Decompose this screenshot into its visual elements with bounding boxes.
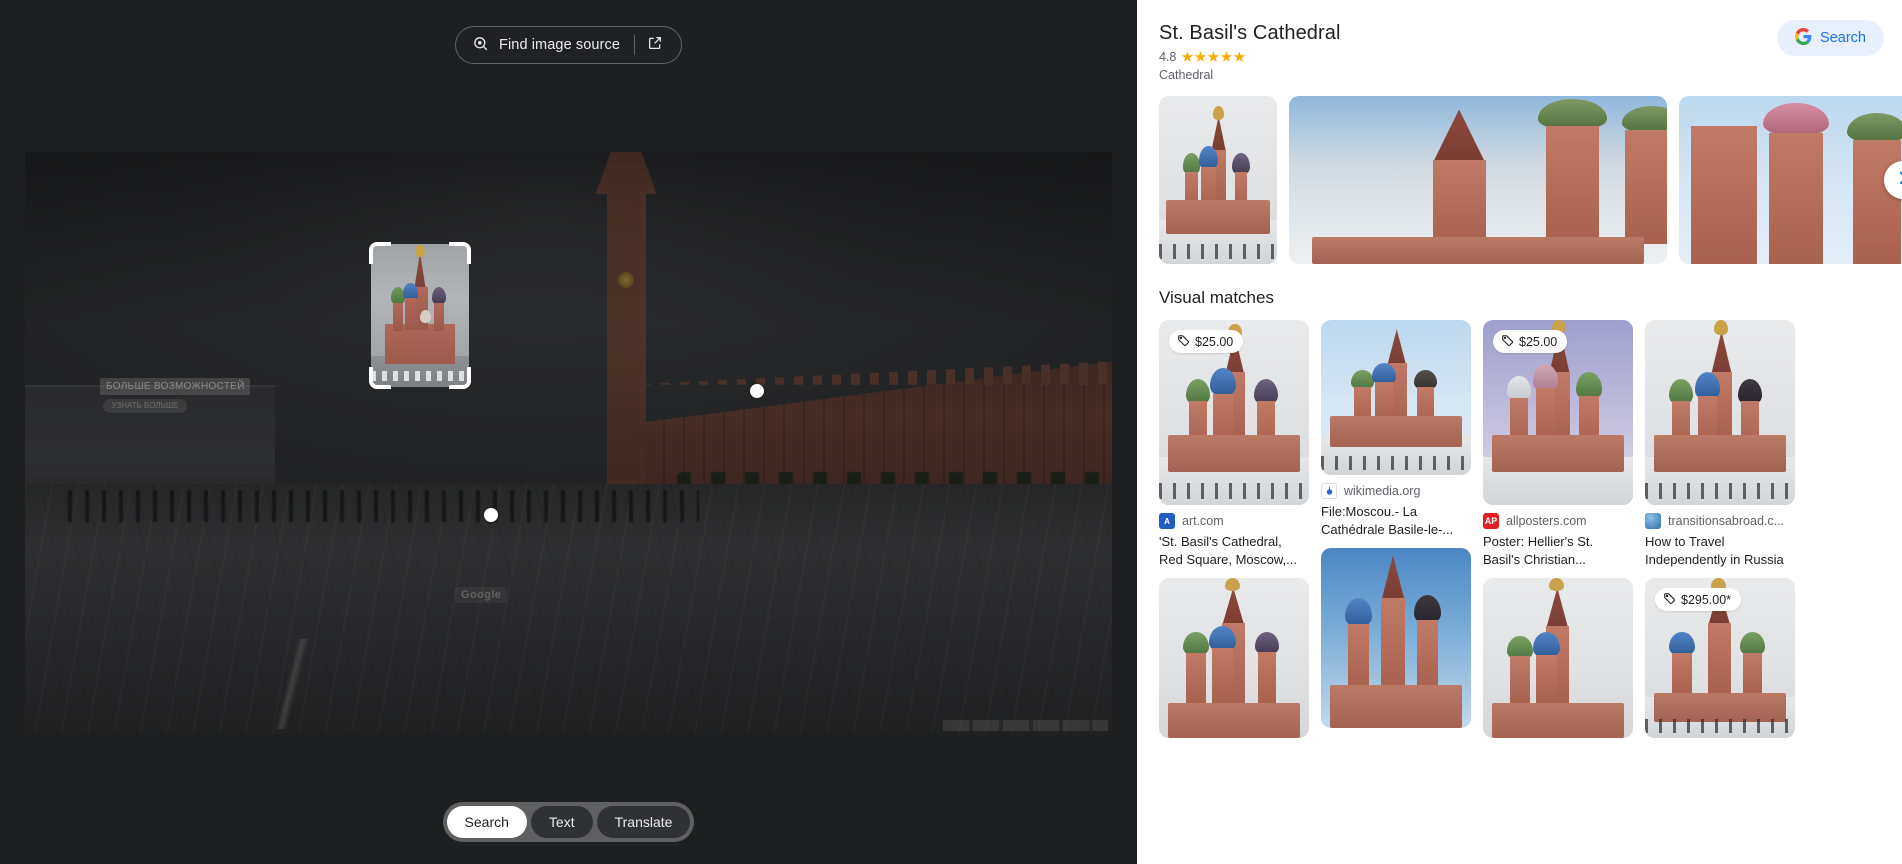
source-domain: allposters.com [1506,514,1587,528]
price-label: $295.00* [1681,593,1731,607]
price-label: $25.00 [1195,335,1233,349]
matches-column-3: $25.00 AP allposters.com Poster: Hellier… [1483,320,1633,738]
visual-match-card[interactable]: $25.00 AP allposters.com Poster: Hellier… [1483,320,1633,568]
price-tag-icon [1177,334,1190,350]
find-image-source-container: Find image source [0,26,1137,64]
crop-selection-box[interactable] [371,244,469,387]
results-panel: Search St. Basil's Cathedral 4.8 Cathedr… [1137,0,1902,864]
carousel-thumb-2[interactable] [1289,96,1667,264]
card-image[interactable] [1483,578,1633,738]
price-badge: $25.00 [1493,330,1567,353]
mode-tab-search[interactable]: Search [447,806,527,838]
card-image[interactable]: $25.00 [1159,320,1309,505]
find-image-source-button[interactable]: Find image source [455,26,682,64]
card-image[interactable] [1321,548,1471,728]
photo-dim-overlay [25,152,1112,734]
rating-value: 4.8 [1159,50,1176,64]
card-image[interactable]: $25.00 [1483,320,1633,505]
price-badge: $295.00* [1655,588,1741,611]
star-icon [1207,51,1219,63]
image-carousel [1137,96,1902,264]
visual-match-card[interactable]: wikimedia.org File:Moscou.- La Cathédral… [1321,320,1471,538]
star-icon [1194,51,1206,63]
card-source: A art.com [1159,513,1309,529]
favicon-icon: A [1159,513,1175,529]
mode-bar-container: Search Text Translate [0,802,1137,842]
price-label: $25.00 [1519,335,1557,349]
google-search-label: Search [1820,30,1866,46]
street-view-attribution [943,720,1108,731]
crop-corner-top-left[interactable] [369,242,391,264]
visual-match-card[interactable]: transitionsabroad.c... How to Travel Ind… [1645,320,1795,568]
street-view-photo[interactable]: БОЛЬШЕ ВОЗМОЖНОСТЕЙ УЗНАТЬ БОЛЬШЕ Google [25,152,1112,734]
card-image[interactable] [1159,578,1309,738]
visual-matches-grid: $25.00 A art.com 'St. Basil's Cathedral,… [1137,320,1902,738]
find-image-source-label: Find image source [499,37,620,53]
crop-handle-dot-far[interactable] [750,384,764,398]
card-source: transitionsabroad.c... [1645,513,1795,529]
rating-stars [1181,51,1245,63]
price-badge: $25.00 [1169,330,1243,353]
matches-column-2: wikimedia.org File:Moscou.- La Cathédral… [1321,320,1471,738]
mode-tab-translate[interactable]: Translate [597,806,691,838]
card-image[interactable] [1645,320,1795,505]
star-icon [1233,51,1245,63]
card-title: How to Travel Independently in Russia [1645,533,1795,568]
google-g-icon [1795,28,1812,49]
crop-preview-image [371,244,469,387]
card-source: wikimedia.org [1321,483,1471,499]
visual-match-card[interactable] [1159,578,1309,738]
chevron-right-icon [1894,169,1902,192]
crop-corner-top-right[interactable] [449,242,471,264]
card-title: 'St. Basil's Cathedral, Red Square, Mosc… [1159,533,1309,568]
star-icon [1181,51,1193,63]
mode-tab-text[interactable]: Text [531,806,593,838]
card-title: Poster: Hellier's St. Basil's Christian.… [1483,533,1633,568]
google-watermark: Google [455,587,507,603]
button-divider [634,35,635,55]
favicon-icon: AP [1483,513,1499,529]
visual-matches-heading: Visual matches [1159,288,1902,308]
favicon-icon [1645,513,1661,529]
lens-app: Find image source БОЛЬШЕ ВОЗМОЖНО [0,0,1902,864]
matches-column-4: transitionsabroad.c... How to Travel Ind… [1645,320,1795,738]
crop-handle-dot-right[interactable] [484,508,498,522]
favicon-icon [1321,483,1337,499]
result-subtitle: Cathedral [1159,68,1902,82]
source-domain: wikimedia.org [1344,484,1420,498]
visual-match-card[interactable] [1483,578,1633,738]
google-search-button[interactable]: Search [1777,20,1884,56]
visual-match-card[interactable]: $25.00 A art.com 'St. Basil's Cathedral,… [1159,320,1309,568]
source-domain: art.com [1182,514,1224,528]
card-source: AP allposters.com [1483,513,1633,529]
visual-match-card[interactable] [1321,548,1471,728]
matches-column-1: $25.00 A art.com 'St. Basil's Cathedral,… [1159,320,1309,738]
star-icon [1220,51,1232,63]
image-viewer-pane: Find image source БОЛЬШЕ ВОЗМОЖНО [0,0,1137,864]
carousel-thumb-1[interactable] [1159,96,1277,264]
price-tag-icon [1663,592,1676,608]
card-image[interactable] [1321,320,1471,475]
crop-corner-bottom-left[interactable] [369,367,391,389]
price-tag-icon [1501,334,1514,350]
crop-corner-bottom-right[interactable] [449,367,471,389]
card-title: File:Moscou.- La Cathédrale Basile-le-..… [1321,503,1471,538]
card-image[interactable]: $295.00* [1645,578,1795,738]
source-domain: transitionsabroad.c... [1668,514,1784,528]
mode-bar: Search Text Translate [443,802,695,842]
carousel-thumb-3[interactable] [1679,96,1902,264]
lens-search-icon [472,35,489,56]
visual-match-card[interactable]: $295.00* [1645,578,1795,738]
carousel-track[interactable] [1137,96,1902,264]
external-link-icon[interactable] [647,35,663,55]
